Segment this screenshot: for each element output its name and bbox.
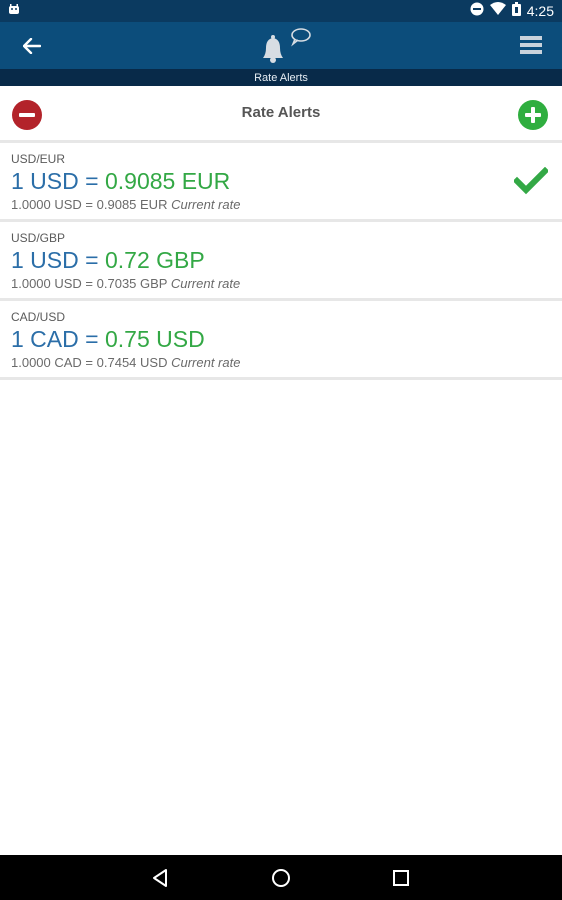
app-bar: [0, 22, 562, 69]
hamburger-menu-icon[interactable]: [520, 34, 544, 58]
page-subtitle: Rate Alerts: [0, 69, 562, 86]
base-amount: 1 USD: [11, 168, 79, 194]
system-nav-bar: [0, 855, 562, 900]
alert-rate: 1 USD = 0.72 GBP: [11, 247, 205, 274]
target-amount: 0.9085 EUR: [104, 168, 231, 194]
current-rate-value: 1.0000 USD = 0.7035 GBP: [11, 276, 168, 291]
current-rate-label: Current rate: [171, 197, 241, 212]
alert-item[interactable]: USD/GBP 1 USD = 0.72 GBP 1.0000 USD = 0.…: [0, 222, 562, 301]
recents-square-icon[interactable]: [390, 867, 412, 889]
add-alert-button[interactable]: [518, 100, 548, 130]
status-bar: 4:25: [0, 0, 562, 22]
do-not-disturb-icon: [470, 2, 484, 21]
alert-rate: 1 USD = 0.9085 EUR: [11, 168, 230, 195]
current-rate-label: Current rate: [171, 355, 241, 370]
toolbar-title: Rate Alerts: [241, 104, 321, 121]
equals-sign: =: [85, 168, 99, 194]
plus-circle-icon: [525, 107, 541, 123]
currency-pair: USD/GBP: [11, 231, 66, 245]
notifications-button[interactable]: [258, 28, 316, 64]
alert-item[interactable]: USD/EUR 1 USD = 0.9085 EUR 1.0000 USD = …: [0, 143, 562, 222]
back-arrow-icon[interactable]: [20, 34, 44, 58]
base-amount: 1 USD: [11, 247, 79, 273]
back-triangle-icon[interactable]: [150, 867, 172, 889]
target-amount: 0.72 GBP: [104, 247, 205, 273]
status-time: 4:25: [526, 3, 554, 19]
alerts-toolbar: Rate Alerts: [0, 86, 562, 143]
chat-bubble-icon: [291, 28, 311, 47]
checkmark-icon: [512, 166, 550, 195]
current-rate-value: 1.0000 USD = 0.9085 EUR: [11, 197, 168, 212]
current-rate-label: Current rate: [170, 276, 241, 291]
equals-sign: =: [85, 247, 99, 273]
alert-item[interactable]: CAD/USD 1 CAD = 0.75 USD 1.0000 CAD = 0.…: [0, 301, 562, 380]
equals-sign: =: [85, 326, 99, 352]
bell-icon: [263, 35, 283, 63]
target-amount: 0.75 USD: [104, 326, 205, 352]
base-amount: 1 CAD: [11, 326, 79, 352]
current-rate-value: 1.0000 CAD = 0.7454 USD: [11, 355, 168, 370]
current-rate: 1.0000 CAD = 0.7454 USD Current rate: [11, 355, 240, 370]
currency-pair: USD/EUR: [11, 152, 66, 166]
android-icon: [8, 2, 20, 20]
wifi-icon: [489, 2, 506, 20]
current-rate: 1.0000 USD = 0.7035 GBP Current rate: [11, 276, 240, 291]
currency-pair: CAD/USD: [11, 310, 66, 324]
alert-rate: 1 CAD = 0.75 USD: [11, 326, 205, 353]
status-icons: 4:25: [470, 1, 554, 21]
battery-icon: [511, 1, 521, 21]
home-circle-icon[interactable]: [270, 867, 292, 889]
current-rate: 1.0000 USD = 0.9085 EUR Current rate: [11, 197, 240, 212]
